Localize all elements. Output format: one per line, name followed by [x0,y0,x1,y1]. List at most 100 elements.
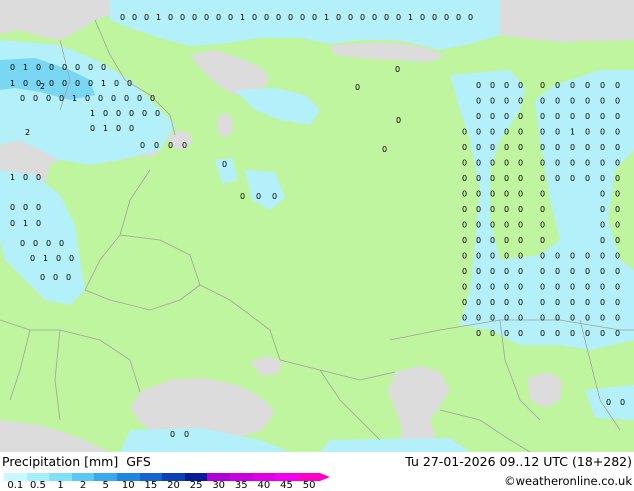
cell-marker: 0 [150,94,155,103]
cell-marker: 0 [444,13,449,22]
cell-marker: 0 [432,13,437,22]
cell-marker: 0 [114,79,119,88]
cell-marker: 0 [570,298,575,307]
cell-marker: 0 [10,63,15,72]
cell-marker: 0 [518,97,523,106]
cell-marker: 0 [59,94,64,103]
cell-marker: 1 [408,13,413,22]
cell-marker: 0 [462,174,467,183]
cell-marker: 0 [272,192,277,201]
cell-marker: 0 [504,112,509,121]
cell-marker: 0 [600,298,605,307]
cell-marker: 0 [615,283,620,292]
cell-marker: 0 [222,160,227,169]
cell-marker: 0 [476,143,481,152]
cell-marker: 0 [504,267,509,276]
cell-marker: 0 [540,205,545,214]
cell-marker: 0 [336,13,341,22]
cell-marker: 0 [180,13,185,22]
cell-marker: 0 [490,314,495,323]
cell-marker: 0 [555,159,560,168]
cell-marker: 0 [490,283,495,292]
cell-marker: 0 [129,109,134,118]
cell-marker: 0 [600,190,605,199]
cell-marker: 0 [456,13,461,22]
cell-marker: 0 [540,252,545,261]
cell-marker: 0 [600,267,605,276]
cell-marker: 0 [518,112,523,121]
cell-marker: 0 [69,254,74,263]
cell-marker: 0 [462,205,467,214]
cell-marker: 0 [540,143,545,152]
cell-marker: 1 [90,109,95,118]
cell-marker: 0 [570,267,575,276]
cell-marker: 0 [240,192,245,201]
cell-marker: 0 [101,63,106,72]
cell-marker: 0 [90,124,95,133]
cell-marker: 0 [23,203,28,212]
cell-marker: 0 [476,314,481,323]
cell-marker: 0 [585,314,590,323]
cell-marker: 0 [462,267,467,276]
cell-marker: 0 [585,267,590,276]
cell-marker: 0 [600,81,605,90]
cell-marker: 0 [40,273,45,282]
cell-marker: 0 [615,252,620,261]
cell-marker: 0 [33,94,38,103]
cell-marker: 0 [490,298,495,307]
cell-marker: 0 [182,141,187,150]
cell-marker: 0 [585,112,590,121]
cell-marker: 0 [615,236,620,245]
cell-marker: 0 [132,13,137,22]
cell-marker: 0 [540,283,545,292]
cell-marker: 0 [540,97,545,106]
cell-marker: 0 [476,236,481,245]
cell-marker: 0 [476,252,481,261]
legend-arrow [320,473,331,481]
cell-marker: 0 [127,79,132,88]
cell-marker: 0 [476,329,481,338]
cell-marker: 0 [382,145,387,154]
cell-marker: 0 [490,81,495,90]
cell-marker: 0 [504,329,509,338]
cell-marker: 0 [518,236,523,245]
cell-marker: 0 [606,398,611,407]
cell-marker: 0 [518,298,523,307]
cell-marker: 0 [192,13,197,22]
cell-marker: 0 [462,314,467,323]
cell-marker: 0 [615,81,620,90]
cell-marker: 0 [142,109,147,118]
cell-marker: 0 [600,283,605,292]
cell-marker: 1 [72,94,77,103]
cell-marker: 0 [490,143,495,152]
cell-marker: 0 [615,267,620,276]
cell-marker: 0 [504,159,509,168]
cell-marker: 0 [504,314,509,323]
cell-marker: 0 [10,219,15,228]
cell-marker: 0 [518,159,523,168]
cell-marker: 0 [490,128,495,137]
cell-marker: 0 [256,192,261,201]
cell-marker: 0 [490,236,495,245]
cell-marker: 1 [240,13,245,22]
cell-marker: 0 [555,252,560,261]
cell-marker: 0 [585,174,590,183]
cell-marker: 0 [518,81,523,90]
cell-marker: 0 [312,13,317,22]
cell-marker: 2 [25,128,30,137]
cell-marker: 0 [56,254,61,263]
credit-text: ©weatheronline.co.uk [504,474,632,488]
cell-marker: 0 [111,94,116,103]
cell-marker: 0 [490,252,495,261]
cell-marker: 0 [600,236,605,245]
cell-marker: 0 [384,13,389,22]
cell-marker: 0 [88,63,93,72]
precipitation-legend: 0.1 0.5 1 2 5 10 15 20 25 30 35 40 45 50 [0,452,340,491]
cell-marker: 0 [570,329,575,338]
cell-marker: 0 [600,174,605,183]
cell-marker: 0 [615,298,620,307]
cell-marker: 0 [30,254,35,263]
cell-marker: 0 [85,94,90,103]
cell-marker: 0 [276,13,281,22]
cell-marker: 0 [360,13,365,22]
